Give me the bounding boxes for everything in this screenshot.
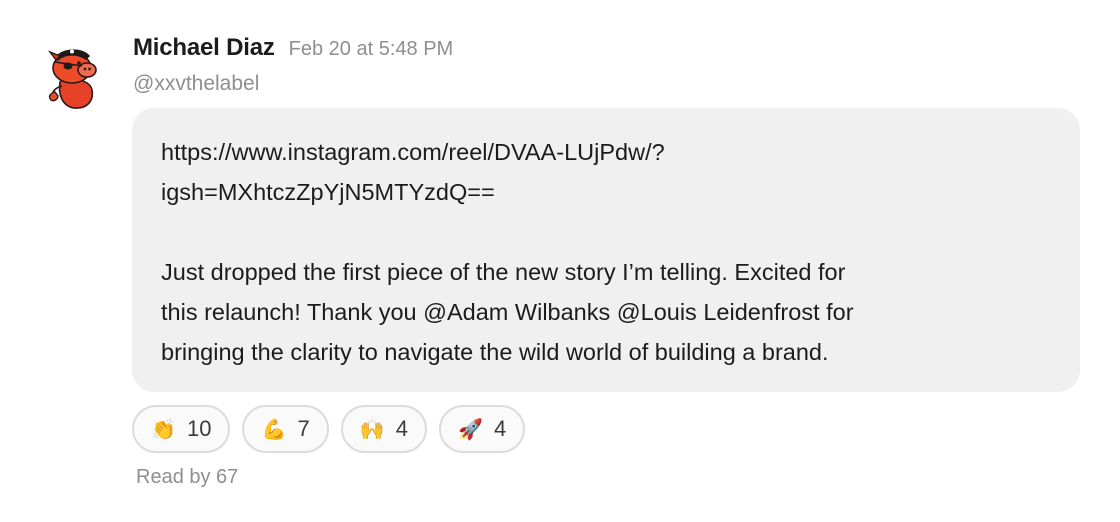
message-header: Michael Diaz Feb 20 at 5:48 PM xyxy=(133,34,453,62)
message-text: Just dropped the first piece of the new … xyxy=(161,252,1050,372)
reaction-clap-button[interactable]: 👏 10 xyxy=(132,405,231,453)
message-timestamp[interactable]: Feb 20 at 5:48 PM xyxy=(289,38,454,61)
message-link-line-1[interactable]: https://www.instagram.com/reel/DVAA-LUjP… xyxy=(161,139,665,165)
pirate-pig-avatar-icon xyxy=(47,49,97,109)
author-name[interactable]: Michael Diaz xyxy=(133,34,275,62)
reaction-raising-hands-button[interactable]: 🙌 4 xyxy=(340,405,427,453)
message-link-line-2[interactable]: igsh=MXhtczZpYjN5MTYzdQ== xyxy=(161,179,495,205)
message-bubble: https://www.instagram.com/reel/DVAA-LUjP… xyxy=(132,108,1080,392)
flexed-biceps-emoji-icon: 💪 xyxy=(261,417,287,441)
reaction-count: 7 xyxy=(297,416,310,441)
reaction-flex-button[interactable]: 💪 7 xyxy=(242,405,329,453)
message-text-line-1: Just dropped the first piece of the new … xyxy=(161,259,846,285)
message-text-line-2: this relaunch! Thank you @Adam Wilbanks … xyxy=(161,299,854,325)
reaction-count: 4 xyxy=(493,416,507,441)
reaction-count: 4 xyxy=(395,416,408,441)
reaction-rocket-button[interactable]: 🚀 4 xyxy=(438,405,526,453)
avatar[interactable] xyxy=(38,42,106,110)
raising-hands-emoji-icon: 🙌 xyxy=(359,417,385,441)
author-handle[interactable]: @xxvthelabel xyxy=(133,72,259,96)
message-text-line-3: bringing the clarity to navigate the wil… xyxy=(161,339,829,365)
reaction-count: 10 xyxy=(187,416,212,441)
message-link[interactable]: https://www.instagram.com/reel/DVAA-LUjP… xyxy=(161,132,1050,212)
read-receipt[interactable]: Read by 67 xyxy=(136,466,238,489)
reaction-bar: 👏 10 💪 7 🙌 4 🚀 4 xyxy=(132,405,526,453)
clapping-hands-emoji-icon: 👏 xyxy=(151,417,176,441)
rocket-emoji-icon: 🚀 xyxy=(457,417,483,441)
